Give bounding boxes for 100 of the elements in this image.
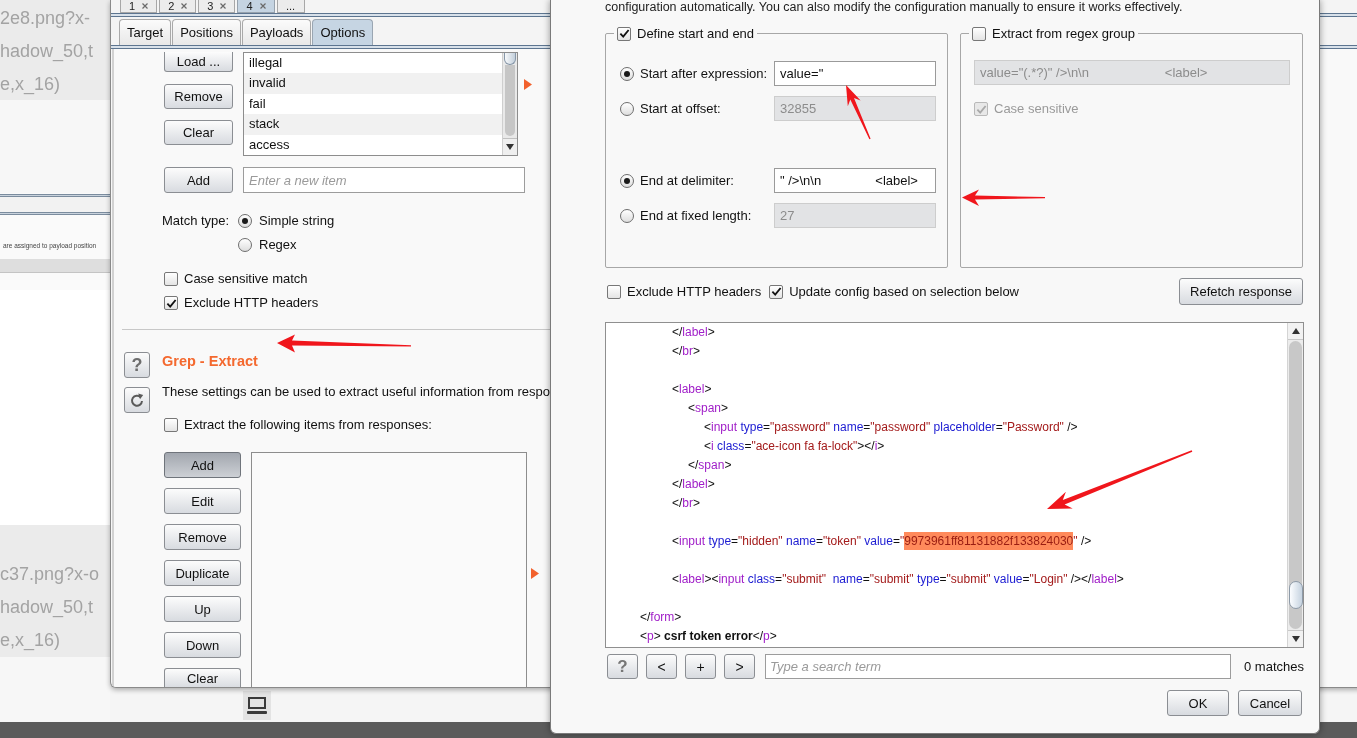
checkmark-icon [770, 286, 782, 297]
option-label: Regex [259, 237, 297, 253]
checkmark-icon [975, 103, 987, 115]
list-item[interactable]: invalid [244, 73, 502, 94]
scrollbar[interactable] [1287, 323, 1303, 647]
checkbox[interactable] [972, 26, 986, 41]
dialog-button[interactable]: Cancel [1238, 690, 1302, 716]
snippet-line: hadow_50,t [0, 40, 94, 62]
dialog-description: configuration automatically. You can also modify the configuration manually to ensure it works effectively. [605, 0, 1183, 14]
radio-button[interactable] [620, 66, 634, 81]
scroll-up-button[interactable] [1288, 323, 1303, 340]
code-line: </span> [688, 457, 732, 474]
refetch-button[interactable]: Refetch response [1179, 278, 1303, 305]
search-button[interactable]: < [646, 654, 677, 679]
close-icon[interactable] [181, 3, 188, 9]
tab[interactable]: 3 [198, 0, 236, 13]
checkbox[interactable] [164, 418, 178, 432]
checkbox[interactable] [617, 26, 631, 41]
scrollbar-thumb[interactable] [504, 53, 516, 65]
action-button[interactable]: Down [164, 632, 241, 658]
option-label: Case sensitive [994, 101, 1079, 117]
scrollbar-thumb[interactable] [1288, 581, 1303, 609]
scroll-down-button[interactable] [503, 138, 517, 155]
annotation-arrow [844, 83, 872, 141]
action-button[interactable]: Clear [164, 120, 233, 145]
search-field[interactable]: Type a search term [765, 654, 1231, 679]
tab[interactable]: 1 [120, 0, 158, 13]
checkbox[interactable] [164, 296, 178, 310]
triangle-icon[interactable] [531, 568, 539, 579]
code-line: </br> [672, 495, 701, 512]
tab[interactable]: ... [276, 0, 305, 13]
radio-button[interactable] [620, 208, 634, 223]
field-label: Match type: [162, 212, 230, 230]
snippet-line: hadow_50,t [0, 596, 94, 618]
group-label: Extract from regex group [992, 26, 1136, 41]
scroll-down-button[interactable] [1288, 630, 1303, 647]
option-label: Case sensitive match [184, 271, 308, 287]
checkbox[interactable] [607, 284, 621, 299]
code-line: </label> [672, 324, 715, 341]
reset-button[interactable] [124, 387, 150, 413]
section-description: These settings can be used to extract useful information from respo [162, 384, 551, 399]
scrollbar[interactable] [502, 53, 517, 155]
option-label: Update config based on selection below [789, 283, 1019, 300]
action-button[interactable]: Clear [164, 668, 241, 687]
radio-button[interactable] [620, 101, 634, 116]
tab[interactable]: 4 [237, 0, 275, 13]
action-button[interactable]: Add [164, 452, 241, 478]
code-line: <i class="ace-icon fa fa-lock"></i> [704, 438, 885, 455]
tab[interactable]: Positions [172, 19, 241, 45]
action-button[interactable]: Remove [164, 84, 233, 109]
code-line: <label> [672, 381, 712, 398]
search-button[interactable]: > [724, 654, 755, 679]
list-item[interactable]: stack [244, 114, 502, 135]
snippet-line: e,x_16) [0, 73, 61, 95]
close-icon[interactable] [142, 3, 149, 9]
code-line: </br> [672, 343, 701, 360]
close-icon[interactable] [220, 3, 227, 9]
code-line: <label><input class="submit" name="submit" type="submit" value="Login" /></label> [672, 571, 1124, 588]
action-button[interactable]: Up [164, 596, 241, 622]
add-button[interactable]: Add [164, 167, 233, 193]
input-field[interactable]: " />\n\n <label> [774, 168, 936, 193]
option-label: End at delimiter: [640, 172, 734, 189]
group-label: Define start and end [637, 26, 755, 41]
radio-button[interactable] [620, 173, 634, 188]
caret-down-icon [506, 144, 514, 150]
option-label: Extract the following items from responses: [184, 417, 432, 433]
action-button[interactable]: Remove [164, 524, 241, 550]
dialog-button[interactable]: OK [1167, 690, 1229, 716]
tab[interactable]: Options [312, 19, 374, 45]
close-icon[interactable] [259, 3, 266, 9]
action-button[interactable]: Edit [164, 488, 241, 514]
input-field[interactable]: Enter a new item [243, 167, 525, 193]
code-line: </form> [640, 609, 682, 626]
caret-up-icon [1291, 328, 1300, 334]
search-button[interactable]: + [685, 654, 716, 679]
caret-down-icon [1291, 636, 1300, 642]
option-label: Exclude HTTP headers [184, 295, 319, 311]
action-button[interactable]: Load ... [164, 52, 233, 72]
checkbox[interactable] [769, 284, 784, 299]
code-line: <p> csrf token error</p> [640, 628, 777, 645]
search-button[interactable]: ? [607, 654, 638, 679]
tab[interactable]: Payloads [241, 19, 312, 45]
tab[interactable]: Target [119, 19, 172, 45]
option-label: Start after expression: [640, 65, 768, 82]
refresh-icon [129, 392, 145, 408]
radio-button[interactable] [238, 214, 252, 228]
radio-button[interactable] [238, 238, 252, 252]
input-field[interactable]: value=" [774, 61, 936, 86]
help-button[interactable]: ? [124, 352, 150, 378]
code-line: </label> [672, 476, 715, 493]
action-button[interactable]: Duplicate [164, 560, 241, 586]
snippet-line: 2e8.png?x- [0, 7, 91, 29]
triangle-icon[interactable] [524, 79, 532, 90]
tab[interactable]: 2 [159, 0, 197, 13]
checkmark-icon [618, 28, 630, 39]
checkmark-icon [165, 297, 177, 309]
snippet-line: c37.png?x-o [0, 563, 100, 585]
checkbox[interactable] [164, 272, 178, 286]
option-label: Exclude HTTP headers [627, 283, 762, 300]
monitor-icon[interactable] [243, 690, 271, 720]
